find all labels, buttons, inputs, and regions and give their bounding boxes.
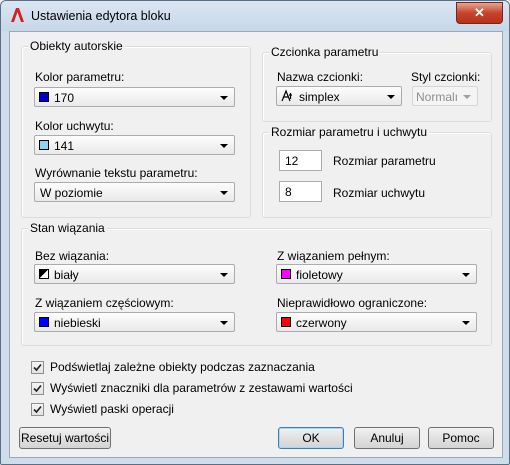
ok-button[interactable]: OK <box>278 427 344 449</box>
font-name-dropdown[interactable]: simplex <box>276 86 402 106</box>
dropdown-value: biały <box>54 268 79 282</box>
parameter-color-label: Kolor parametru: <box>35 70 125 84</box>
dialog-window: Ustawienia edytora bloku ✕ Obiekty autor… <box>0 0 510 465</box>
close-icon: ✕ <box>474 5 485 20</box>
partially-constrained-color-dropdown[interactable]: niebieski <box>34 312 235 332</box>
dropdown-value: fioletowy <box>296 268 343 282</box>
checkmark-icon <box>33 363 42 372</box>
text-alignment-label: Wyrównanie tekstu parametru: <box>35 166 198 180</box>
checkmark-icon <box>33 384 42 393</box>
color-swatch <box>281 317 291 327</box>
color-swatch <box>281 269 291 279</box>
parameter-size-input[interactable]: 12 <box>279 150 322 171</box>
over-constrained-label: Nieprawidłowo ograniczone: <box>277 296 428 310</box>
parameter-grip-size-group: Rozmiar parametru i uchwytu <box>262 125 492 218</box>
chevron-down-icon <box>220 191 228 195</box>
grip-color-label: Kolor uchwytu: <box>35 119 114 133</box>
group-label: Rozmiar parametru i uchwytu <box>269 125 430 139</box>
chevron-down-icon <box>462 321 470 325</box>
chevron-down-icon <box>220 321 228 325</box>
color-swatch <box>39 92 49 102</box>
dropdown-value: simplex <box>299 90 340 104</box>
font-style-label: Styl czcionki: <box>411 70 481 84</box>
dropdown-value: 170 <box>54 91 75 105</box>
show-value-set-markers-label[interactable]: Wyświetl znaczniki dla parametrów z zest… <box>50 381 353 395</box>
show-value-set-markers-checkbox[interactable] <box>31 382 44 395</box>
chevron-down-icon <box>220 144 228 148</box>
fully-constrained-label: Z wiązaniem pełnym: <box>277 249 390 263</box>
reset-values-button[interactable]: Resetuj wartości <box>19 427 111 449</box>
chevron-down-icon <box>462 273 470 277</box>
dropdown-value: Normalı <box>416 90 459 104</box>
show-action-bars-label[interactable]: Wyświetl paski operacji <box>50 402 174 416</box>
unconstrained-label: Bez wiązania: <box>35 249 110 263</box>
dropdown-value: W poziomie <box>40 186 103 200</box>
unconstrained-color-dropdown[interactable]: biały <box>34 264 235 284</box>
chevron-down-icon <box>387 95 395 99</box>
dialog-body: Obiekty autorskie Kolor parametru: 170 K… <box>9 31 503 458</box>
group-label: Czcionka parametru <box>269 45 381 59</box>
chevron-down-icon <box>220 273 228 277</box>
fully-constrained-color-dropdown[interactable]: fioletowy <box>276 264 477 284</box>
text-alignment-dropdown[interactable]: W poziomie <box>34 182 235 202</box>
color-swatch <box>39 317 49 327</box>
title-bar[interactable]: Ustawienia edytora bloku ✕ <box>1 1 509 31</box>
color-swatch <box>39 140 49 150</box>
cancel-button[interactable]: Anuluj <box>354 427 420 449</box>
group-label: Stan wiązania <box>28 221 107 235</box>
window-title: Ustawienia edytora bloku <box>31 9 171 23</box>
parameter-size-label: Rozmiar parametru <box>333 154 436 168</box>
show-action-bars-checkbox[interactable] <box>31 403 44 416</box>
dropdown-value: czerwony <box>296 316 347 330</box>
close-button[interactable]: ✕ <box>456 2 503 24</box>
autocad-logo-icon <box>11 8 24 22</box>
grip-size-label: Rozmiar uchwytu <box>333 186 426 200</box>
dropdown-value: 141 <box>54 139 75 153</box>
highlight-dependencies-label[interactable]: Podświetlaj zależne obiekty podczas zazn… <box>50 360 315 374</box>
over-constrained-color-dropdown[interactable]: czerwony <box>276 312 477 332</box>
chevron-down-icon <box>463 95 471 99</box>
dropdown-value: niebieski <box>54 316 101 330</box>
grip-color-dropdown[interactable]: 141 <box>34 135 235 155</box>
grip-size-input[interactable]: 8 <box>279 181 322 202</box>
font-name-label: Nazwa czcionki: <box>277 70 364 84</box>
color-swatch <box>39 269 49 279</box>
font-style-dropdown: Normalı <box>412 86 478 106</box>
partially-constrained-label: Z wiązaniem częściowym: <box>35 296 174 310</box>
help-button[interactable]: Pomoc <box>428 427 494 449</box>
group-label: Obiekty autorskie <box>28 39 125 53</box>
highlight-dependencies-checkbox[interactable] <box>31 361 44 374</box>
checkmark-icon <box>33 405 42 414</box>
font-glyph-icon <box>281 89 292 102</box>
parameter-color-dropdown[interactable]: 170 <box>34 87 235 107</box>
chevron-down-icon <box>220 96 228 100</box>
